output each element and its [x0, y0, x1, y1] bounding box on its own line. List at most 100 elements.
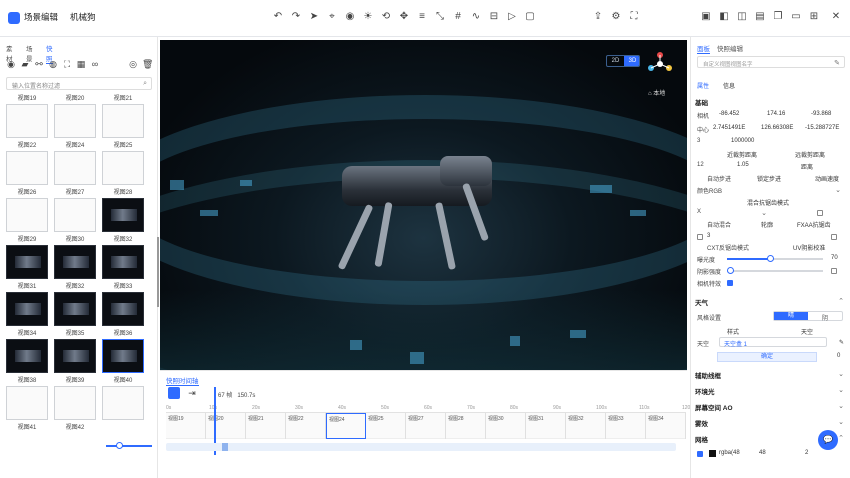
fov-c[interactable]: 距离	[801, 162, 813, 171]
keyframe[interactable]: 视图28	[446, 413, 486, 439]
chat-support-button[interactable]: 💬	[818, 430, 838, 450]
close-icon[interactable]: ✕	[830, 11, 842, 23]
keyframe[interactable]: 视图34	[646, 413, 686, 439]
rotate-icon[interactable]: ⟲	[380, 11, 392, 23]
snap-icon[interactable]: ⌖	[326, 11, 338, 23]
grid-icon[interactable]: #	[452, 11, 464, 23]
select-icon[interactable]: ➤	[308, 11, 320, 23]
section-weather[interactable]: 天气	[695, 297, 708, 307]
fov-b[interactable]: 1.05	[737, 162, 749, 168]
slider-knob[interactable]	[116, 442, 123, 449]
share-icon[interactable]: ⇪	[592, 11, 604, 23]
lock-step[interactable]: 锁定步进	[757, 174, 781, 183]
minimize-icon[interactable]: ▭	[790, 11, 802, 23]
confirm-button[interactable]: 确定	[717, 352, 817, 362]
near-value[interactable]: 3	[697, 138, 700, 144]
snapshot-thumbnail[interactable]	[54, 386, 96, 420]
effect-checkbox[interactable]	[697, 234, 703, 240]
home-view-button[interactable]: ⌂ 本地	[648, 88, 665, 97]
thumb-size-slider[interactable]	[106, 442, 152, 449]
chevron-down-icon[interactable]: ⌄	[761, 209, 767, 217]
snapshot-thumbnail[interactable]	[54, 339, 96, 373]
scroll-thumb[interactable]	[222, 443, 228, 451]
section-grid[interactable]: 网格	[695, 434, 708, 444]
3d-viewport[interactable]: 2D 3D ⌂ 本地	[160, 40, 687, 370]
exposure-knob[interactable]	[767, 255, 774, 262]
keyframe[interactable]: 视图24	[326, 413, 366, 439]
orientation-gizmo-icon[interactable]	[648, 52, 672, 76]
fov-a[interactable]: 12	[697, 162, 704, 168]
blend-checkbox[interactable]	[817, 210, 823, 216]
snapshot-thumbnail[interactable]	[54, 245, 96, 279]
keyframe[interactable]: 视图33	[606, 413, 646, 439]
grid-color[interactable]: rgba(48	[719, 450, 740, 456]
auto-step[interactable]: 自动步进	[707, 174, 731, 183]
settings-icon[interactable]: ⚙	[610, 11, 622, 23]
shadow-knob[interactable]	[727, 267, 734, 274]
camera-fx-checkbox[interactable]	[727, 280, 733, 286]
blend-x[interactable]: X	[697, 209, 701, 215]
chevron-down-icon[interactable]: ⌄	[838, 386, 844, 394]
grid-size[interactable]: 48	[759, 450, 766, 456]
mode-3d-button[interactable]: 3D	[624, 56, 639, 66]
keyframe[interactable]: 视图20	[206, 413, 246, 439]
camera-pos-z[interactable]: -93.868	[811, 111, 831, 117]
keyframe[interactable]: 视图30	[486, 413, 526, 439]
help-icon[interactable]: ⊞	[808, 11, 820, 23]
effect-checkbox[interactable]	[831, 234, 837, 240]
camera-icon[interactable]: ◉	[6, 59, 16, 69]
tab-panel[interactable]: 面板	[697, 43, 710, 54]
blend-auto[interactable]: 自动混合	[707, 220, 731, 229]
light-icon[interactable]: ☀	[362, 11, 374, 23]
play-icon[interactable]: ▷	[506, 11, 518, 23]
tab-snapshot-edit[interactable]: 快照编辑	[717, 43, 743, 53]
keyframe[interactable]: 视图25	[366, 413, 406, 439]
center-x[interactable]: 2.7451491E	[713, 125, 745, 131]
keyframe[interactable]: 视图21	[246, 413, 286, 439]
timeline-ruler[interactable]: 0s10s20s30s40s50s60s70s80s90s100s110s120…	[166, 405, 693, 413]
wave-icon[interactable]: ∿	[470, 11, 482, 23]
keyframe[interactable]: 视图31	[526, 413, 566, 439]
snapshot-thumbnail[interactable]	[6, 292, 48, 326]
snapshot-thumbnail[interactable]	[102, 292, 144, 326]
camera-pos-y[interactable]: 174.16	[767, 111, 785, 117]
film-icon[interactable]: ▦	[76, 59, 86, 69]
keyframe-track[interactable]: 视图19视图20视图21视图22视图24视图25视图27视图28视图30视图31…	[166, 413, 686, 439]
play-button[interactable]	[168, 387, 180, 399]
section-guides[interactable]: 辅助线框	[695, 370, 721, 380]
effect-uv[interactable]: UV阴影校准	[793, 243, 825, 252]
fullscreen-icon[interactable]: ⛶	[628, 11, 640, 23]
chevron-down-icon[interactable]: ⌄	[838, 402, 844, 410]
skip-icon[interactable]: ⇥	[186, 387, 198, 399]
panel-icon[interactable]: ◫	[736, 11, 748, 23]
snapshot-thumbnail[interactable]	[102, 386, 144, 420]
section-ssao[interactable]: 屏幕空间 AO	[695, 402, 733, 412]
share-icon[interactable]: ⚯	[34, 59, 44, 69]
snapshot-thumbnail[interactable]	[54, 292, 96, 326]
snapshot-thumbnail[interactable]	[6, 245, 48, 279]
section-ambient[interactable]: 环境光	[695, 386, 715, 396]
timeline-scrollbar[interactable]	[166, 443, 676, 451]
camera-icon[interactable]: ◉	[344, 11, 356, 23]
sky-select[interactable]: 天空盒 1	[719, 337, 827, 348]
snapshot-thumbnail[interactable]	[6, 198, 48, 232]
edit-icon[interactable]: ✎	[834, 59, 840, 67]
keyframe[interactable]: 视图22	[286, 413, 326, 439]
measure-icon[interactable]: ⊟	[488, 11, 500, 23]
crop-icon[interactable]: ⛶	[62, 59, 72, 69]
scale-icon[interactable]: ⤡	[434, 11, 446, 23]
effect-cxt[interactable]: CXT反锯齿模式	[707, 243, 749, 252]
style-value[interactable]: 天空	[801, 327, 813, 336]
snapshot-thumbnail[interactable]	[54, 104, 96, 138]
color-mode[interactable]: 颜色RGB	[697, 186, 722, 195]
layout-icon[interactable]: ▣	[700, 11, 712, 23]
weather-sunny[interactable]: 晴	[774, 312, 808, 320]
globe-icon[interactable]: ◍	[48, 59, 58, 69]
snapshot-thumbnail[interactable]	[6, 386, 48, 420]
window-icon[interactable]: ❐	[772, 11, 784, 23]
shadow-slider[interactable]	[727, 267, 823, 274]
center-z[interactable]: -15.288727E	[805, 125, 839, 131]
snapshot-thumbnail[interactable]	[6, 151, 48, 185]
mode-2d-button[interactable]: 2D	[607, 56, 624, 66]
robot-dog-model[interactable]	[332, 152, 502, 292]
